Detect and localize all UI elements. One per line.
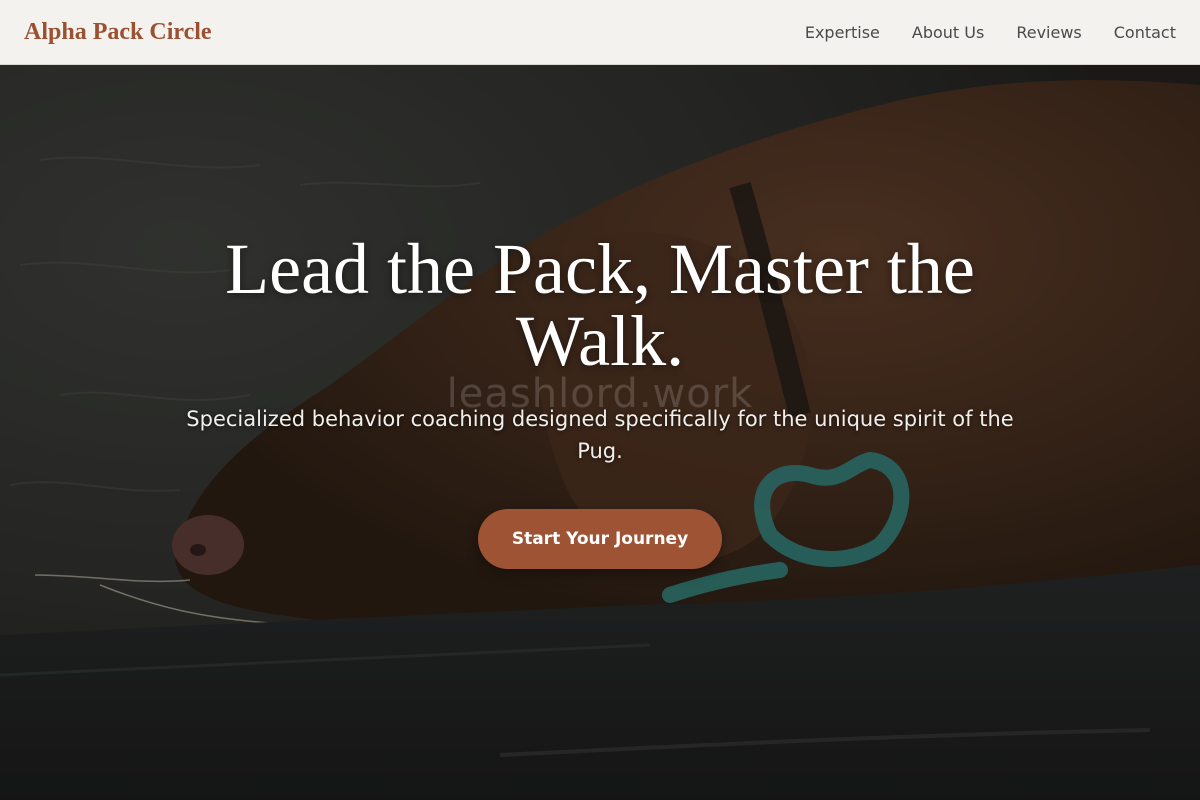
nav-link-about-us[interactable]: About Us [912, 23, 984, 42]
hero-title: Lead the Pack, Master the Walk. [225, 229, 975, 381]
nav-link-reviews[interactable]: Reviews [1016, 23, 1081, 42]
brand-logo[interactable]: Alpha Pack Circle [24, 19, 212, 46]
hero-subtitle: Specialized behavior coaching designed s… [186, 407, 1014, 463]
hero-content: Lead the Pack, Master the Walk. Speciali… [0, 65, 1200, 800]
hero-section: leashlord.work Lead the Pack, Master the… [0, 65, 1200, 800]
main-nav: Expertise About Us Reviews Contact [805, 23, 1176, 42]
nav-link-contact[interactable]: Contact [1114, 23, 1176, 42]
nav-link-expertise[interactable]: Expertise [805, 23, 880, 42]
site-header: Alpha Pack Circle Expertise About Us Rev… [0, 0, 1200, 65]
start-journey-button[interactable]: Start Your Journey [478, 509, 722, 569]
